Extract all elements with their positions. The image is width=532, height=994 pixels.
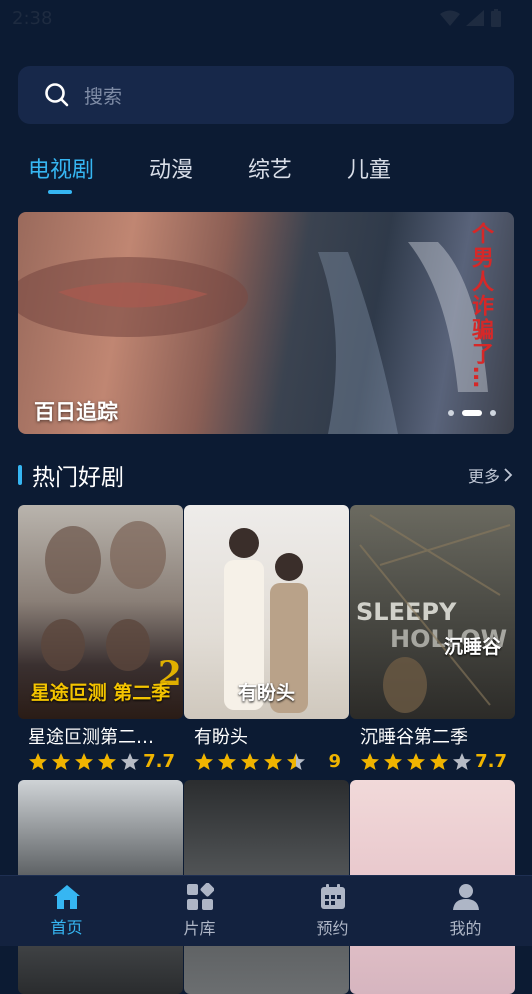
star-empty-icon bbox=[121, 752, 139, 770]
carousel-dots bbox=[448, 410, 496, 416]
tab-active-indicator bbox=[48, 190, 72, 194]
nav-label: 首页 bbox=[50, 918, 83, 937]
carousel-dot[interactable] bbox=[448, 410, 454, 416]
signal-icon bbox=[466, 10, 484, 26]
nav-library[interactable]: 片库 bbox=[150, 883, 250, 939]
status-bar: 2:38 bbox=[0, 0, 532, 36]
star-full-icon bbox=[430, 752, 448, 770]
star-full-icon bbox=[241, 752, 259, 770]
rating-row: 7.7 bbox=[18, 749, 183, 772]
nav-home[interactable]: 首页 bbox=[17, 884, 117, 938]
rating-row: 7.7 bbox=[350, 749, 515, 772]
drama-card[interactable]: 2 星途叵测 第二季 星途叵测第二… 7.7 bbox=[18, 505, 183, 772]
tab-kids[interactable]: 儿童 bbox=[347, 152, 391, 184]
poster-caption: 有盼头 bbox=[237, 682, 295, 704]
status-icons bbox=[440, 9, 502, 27]
star-full-icon bbox=[195, 752, 213, 770]
drama-poster[interactable]: SLEEPY HOLLOW 沉睡谷 bbox=[350, 505, 515, 719]
rating-score: 7.7 bbox=[475, 751, 507, 772]
drama-title: 沉睡谷第二季 bbox=[360, 727, 468, 748]
star-full-icon bbox=[361, 752, 379, 770]
nav-profile[interactable]: 我的 bbox=[416, 883, 516, 939]
wifi-icon bbox=[440, 10, 460, 26]
rating-stars bbox=[194, 752, 306, 772]
more-label: 更多 bbox=[467, 467, 500, 486]
tab-label: 电视剧 bbox=[28, 158, 95, 183]
carousel-dot[interactable] bbox=[490, 410, 496, 416]
status-time: 2:38 bbox=[12, 7, 53, 29]
star-half-icon bbox=[287, 752, 305, 770]
drama-poster[interactable]: 有盼头 bbox=[184, 505, 349, 719]
drama-poster[interactable]: 2 星途叵测 第二季 bbox=[18, 505, 183, 719]
star-full-icon bbox=[75, 752, 93, 770]
rating-score: 7.7 bbox=[143, 751, 175, 772]
bottom-nav: 首页 片库 预约 我的 bbox=[0, 875, 532, 946]
more-link[interactable]: 更多 bbox=[468, 463, 514, 487]
rating-score: 9 bbox=[328, 751, 341, 772]
category-tabs: 电视剧 动漫 综艺 儿童 bbox=[28, 152, 391, 194]
star-full-icon bbox=[407, 752, 425, 770]
library-icon bbox=[186, 883, 214, 910]
nav-label: 预约 bbox=[316, 919, 349, 938]
rating-stars bbox=[360, 752, 472, 772]
banner-carousel[interactable]: 个男人诈骗了… 百日追踪 bbox=[18, 212, 514, 434]
drama-card[interactable]: SLEEPY HOLLOW 沉睡谷 沉睡谷第二季 7.7 bbox=[350, 505, 515, 772]
tab-label: 儿童 bbox=[347, 158, 392, 183]
drama-title: 有盼头 bbox=[194, 727, 248, 748]
drama-title: 星途叵测第二… bbox=[28, 727, 154, 748]
star-full-icon bbox=[29, 752, 47, 770]
tab-label: 综艺 bbox=[248, 158, 293, 183]
section-header: 热门好剧 更多 bbox=[18, 458, 514, 492]
star-full-icon bbox=[384, 752, 402, 770]
rating-row: 9 bbox=[184, 749, 349, 772]
tab-anime[interactable]: 动漫 bbox=[149, 152, 193, 184]
rating-stars bbox=[28, 752, 140, 772]
poster-caption: 沉睡谷 bbox=[443, 636, 501, 658]
star-full-icon bbox=[98, 752, 116, 770]
search-icon bbox=[45, 83, 69, 107]
carousel-dot-active[interactable] bbox=[462, 410, 482, 416]
battery-icon bbox=[491, 9, 501, 27]
nav-label: 我的 bbox=[449, 919, 482, 938]
star-full-icon bbox=[218, 752, 236, 770]
tab-variety[interactable]: 综艺 bbox=[248, 152, 292, 184]
banner-title: 百日追踪 bbox=[34, 400, 118, 424]
section-title-wrap: 热门好剧 bbox=[18, 458, 124, 492]
star-full-icon bbox=[264, 752, 282, 770]
search-placeholder: 搜索 bbox=[84, 85, 123, 108]
calendar-icon bbox=[320, 884, 345, 909]
chevron-right-icon bbox=[504, 468, 513, 482]
star-empty-icon bbox=[453, 752, 471, 770]
home-icon bbox=[53, 885, 80, 909]
section-accent-bar bbox=[18, 465, 22, 485]
poster-caption: 星途叵测 第二季 bbox=[30, 682, 171, 704]
section-title: 热门好剧 bbox=[32, 465, 124, 491]
star-full-icon bbox=[52, 752, 70, 770]
tab-tv-series[interactable]: 电视剧 bbox=[28, 152, 95, 194]
tab-label: 动漫 bbox=[149, 158, 194, 183]
nav-label: 片库 bbox=[183, 919, 216, 938]
nav-calendar[interactable]: 预约 bbox=[283, 883, 383, 939]
poster-art: SLEEPY HOLLOW bbox=[356, 514, 511, 713]
user-icon bbox=[452, 884, 479, 910]
drama-card[interactable]: 有盼头 有盼头 9 bbox=[184, 505, 349, 772]
banner-poster-text: 个男人诈骗了… bbox=[468, 222, 493, 390]
search-bar[interactable]: 搜索 bbox=[18, 66, 514, 124]
